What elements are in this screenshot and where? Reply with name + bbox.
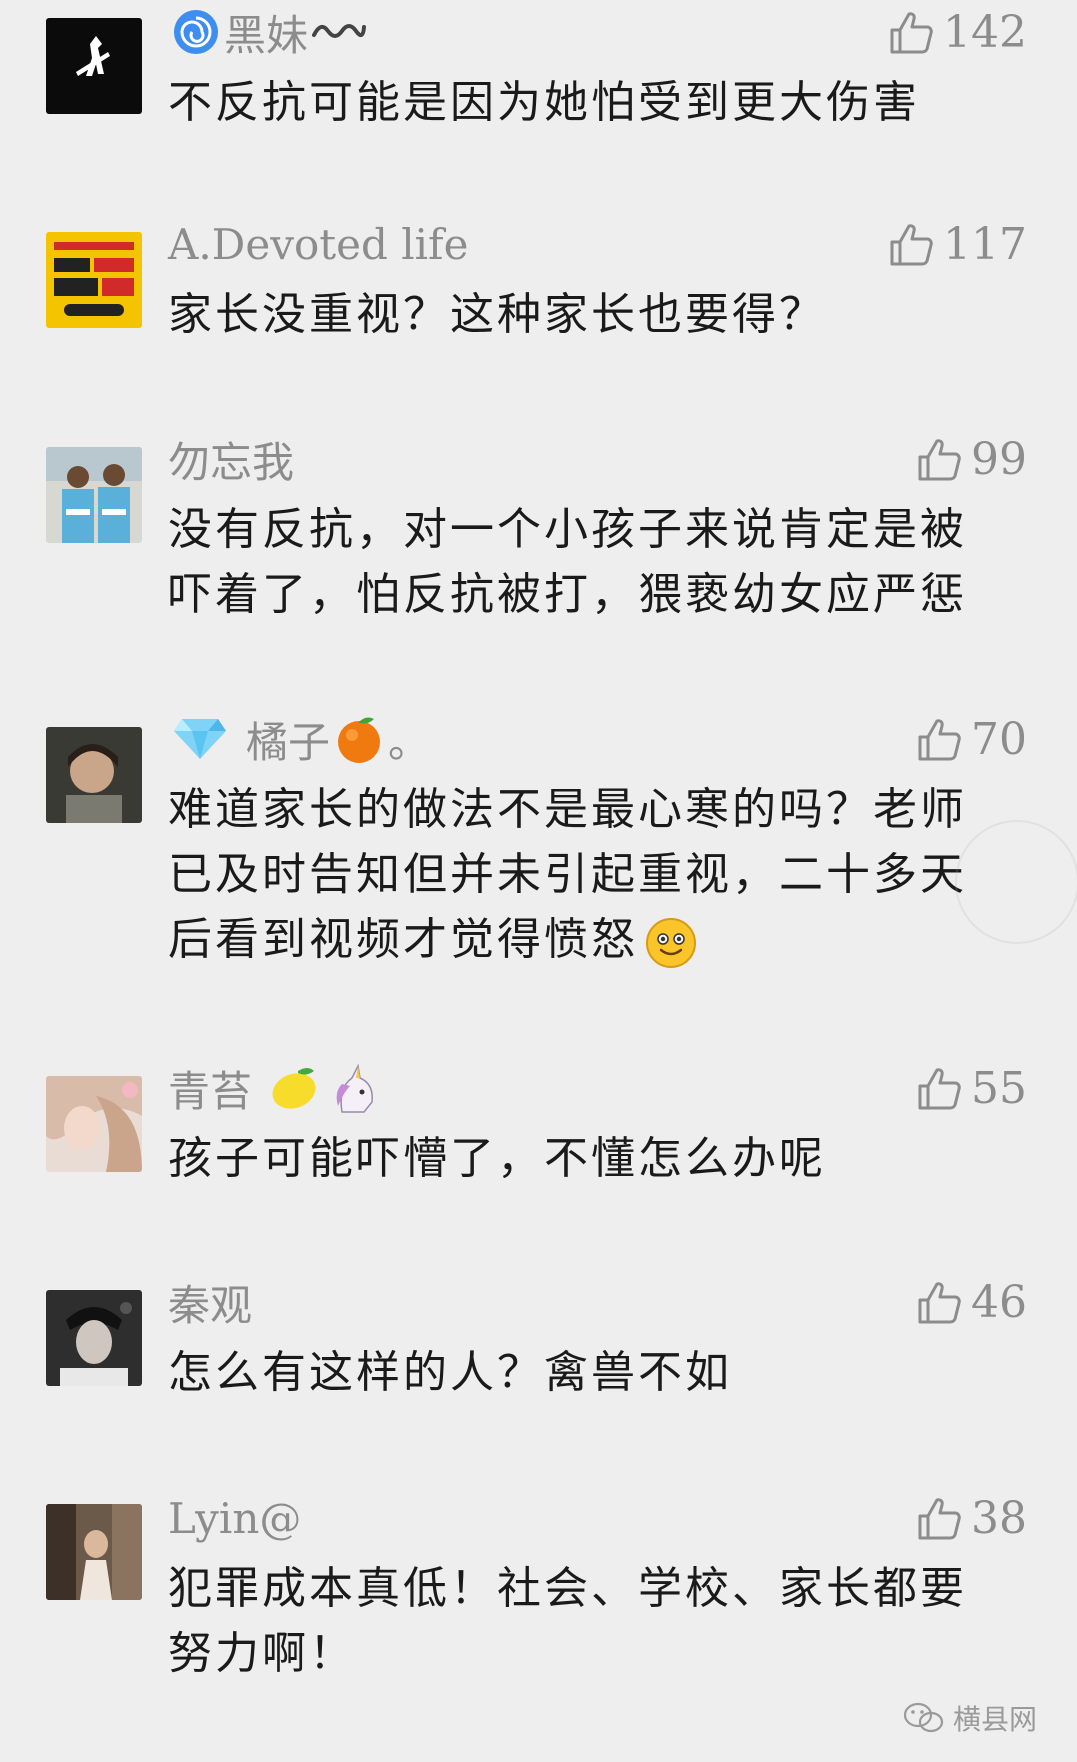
- like-button[interactable]: 99: [915, 431, 1027, 487]
- nickname[interactable]: 秦观: [168, 1272, 252, 1333]
- like-count: 99: [971, 433, 1027, 485]
- comment-nickname-row: 橘子 。: [168, 711, 430, 767]
- like-button[interactable]: 70: [915, 711, 1027, 767]
- comment-text: 没有反抗，对一个小孩子来说肯定是被 吓着了，怕反抗被打，猥亵幼女应严惩: [168, 497, 1018, 627]
- lemon-emoji-icon: [268, 1065, 320, 1111]
- thumbs-up-icon: [915, 715, 963, 763]
- wechat-icon: [903, 1701, 945, 1735]
- comment-text: 孩子可能吓懵了，不懂怎么办呢: [168, 1126, 1018, 1191]
- like-count: 70: [971, 713, 1027, 765]
- avatar[interactable]: [46, 232, 142, 328]
- comment-text: 家长没重视？这种家长也要得？: [168, 282, 1018, 347]
- comment-line: 没有反抗，对一个小孩子来说肯定是被: [168, 504, 967, 555]
- like-count: 38: [971, 1492, 1027, 1544]
- nickname[interactable]: 橘子: [246, 709, 330, 770]
- smile-emoji-icon: [644, 916, 698, 970]
- like-count: 55: [971, 1062, 1027, 1114]
- avatar[interactable]: [46, 447, 142, 543]
- comment-line: 努力啊！: [168, 1628, 356, 1679]
- comment-text: 不反抗可能是因为她怕受到更大伤害: [168, 70, 1018, 135]
- comment-nickname-row: A.Devoted life: [168, 216, 468, 272]
- like-button[interactable]: 46: [915, 1274, 1027, 1330]
- nickname[interactable]: A.Devoted life: [168, 220, 468, 269]
- avatar[interactable]: [46, 18, 142, 114]
- spiral-emoji-icon: [172, 8, 220, 56]
- wave-emoji-icon: [312, 17, 367, 47]
- like-count: 117: [943, 218, 1027, 270]
- comment-line: 家长没重视？这种家长也要得？: [168, 289, 826, 340]
- unicorn-emoji-icon: [328, 1062, 380, 1114]
- comment-nickname-row: 黑妹: [168, 4, 370, 60]
- like-count: 142: [943, 6, 1027, 58]
- avatar[interactable]: [46, 1290, 142, 1386]
- comment-line: 难道家长的做法不是最心寒的吗？老师: [168, 784, 967, 835]
- like-button[interactable]: 38: [915, 1490, 1027, 1546]
- avatar[interactable]: [46, 1076, 142, 1172]
- comment-nickname-row: Lyin@: [168, 1490, 301, 1546]
- comment-nickname-row: 青苔: [168, 1060, 384, 1116]
- comment-line: 孩子可能吓懵了，不懂怎么办呢: [168, 1133, 826, 1184]
- watermark-label: 横县网: [952, 1703, 1037, 1736]
- comment-line: 吓着了，怕反抗被打，猥亵幼女应严惩: [168, 569, 967, 620]
- thumbs-up-icon: [887, 220, 935, 268]
- thumbs-up-icon: [915, 1278, 963, 1326]
- like-count: 46: [971, 1276, 1027, 1328]
- avatar[interactable]: [46, 1504, 142, 1600]
- comment-line: 已及时告知但并未引起重视，二十多天: [168, 849, 967, 900]
- comment-line: 不反抗可能是因为她怕受到更大伤害: [168, 77, 920, 128]
- thumbs-up-icon: [915, 435, 963, 483]
- thumbs-up-icon: [887, 8, 935, 56]
- avatar[interactable]: [46, 727, 142, 823]
- nickname[interactable]: 勿忘我: [168, 429, 294, 490]
- like-button[interactable]: 55: [915, 1060, 1027, 1116]
- comment-line-with-emoji: 后看到视频才觉得愤怒: [168, 907, 1018, 972]
- tangerine-emoji-icon: [334, 713, 384, 765]
- like-button[interactable]: 142: [887, 4, 1027, 60]
- comment-line: 犯罪成本真低！社会、学校、家长都要: [168, 1563, 967, 1614]
- watermark-stamp: [955, 820, 1077, 944]
- comment-text: 难道家长的做法不是最心寒的吗？老师 已及时告知但并未引起重视，二十多天 后看到视…: [168, 777, 1018, 972]
- thumbs-up-icon: [915, 1064, 963, 1112]
- thumbs-up-icon: [915, 1494, 963, 1542]
- comment-line: 怎么有这样的人？禽兽不如: [168, 1347, 732, 1398]
- nickname[interactable]: 黑妹: [224, 2, 308, 63]
- comment-line: 后看到视频才觉得愤怒: [168, 914, 638, 965]
- nickname-tail: 。: [388, 717, 431, 767]
- nickname[interactable]: Lyin@: [168, 1494, 301, 1543]
- comment-nickname-row: 勿忘我: [168, 431, 294, 487]
- comment-text: 怎么有这样的人？禽兽不如: [168, 1340, 1018, 1405]
- comment-text: 犯罪成本真低！社会、学校、家长都要 努力啊！: [168, 1556, 1018, 1686]
- like-button[interactable]: 117: [887, 216, 1027, 272]
- nickname[interactable]: 青苔: [168, 1058, 252, 1119]
- watermark: 横县网: [903, 1698, 1037, 1738]
- gem-emoji-icon: [172, 717, 228, 761]
- comment-nickname-row: 秦观: [168, 1274, 252, 1330]
